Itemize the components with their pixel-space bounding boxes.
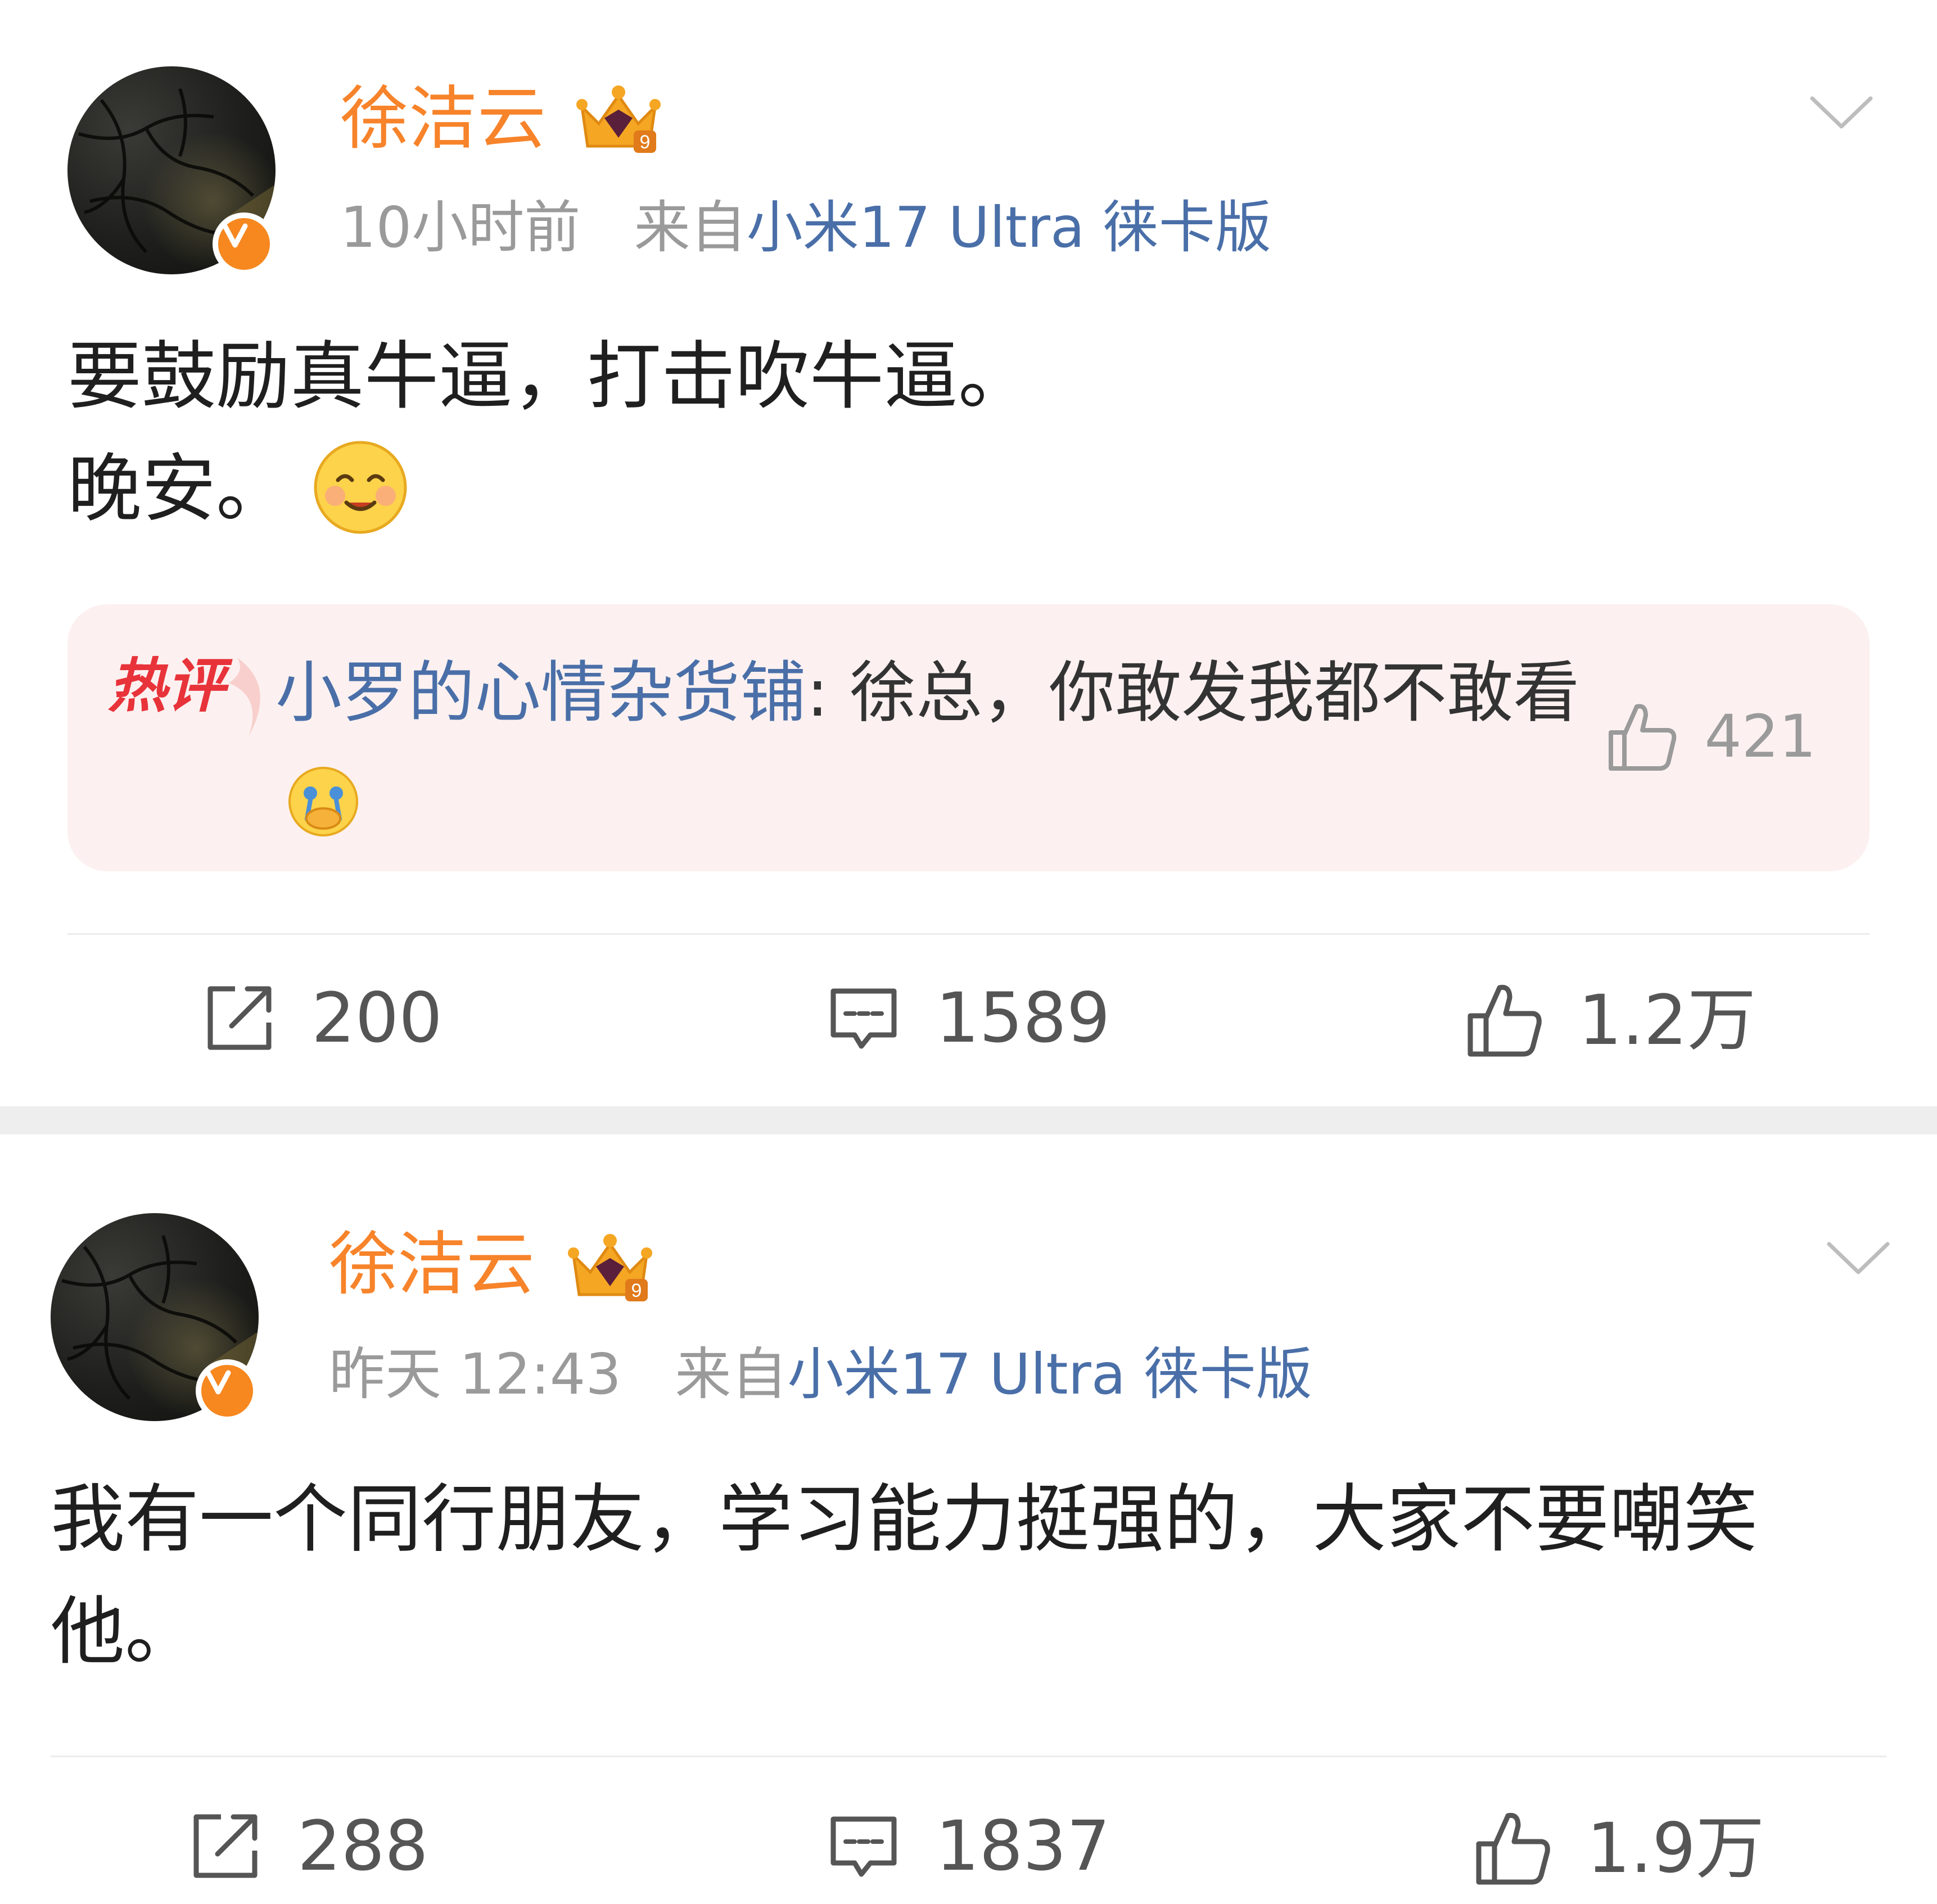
source-device-link[interactable]: 小米17 Ultra 徕卡版 [787, 1341, 1312, 1407]
username[interactable]: 徐洁云 [329, 1230, 535, 1299]
comment-count: 1837 [936, 1806, 1110, 1886]
hot-comment-text: 小罗的心情杂货铺: 徐总，你敢发我都不敢看 [276, 638, 1597, 857]
thumbs-up-icon [1609, 704, 1677, 771]
comment-count: 1589 [936, 978, 1110, 1058]
comment-like-button[interactable]: 421 [1605, 700, 1816, 773]
svg-text:9: 9 [631, 1280, 642, 1301]
comment-separator: : [806, 654, 850, 731]
svg-text:9: 9 [640, 132, 651, 153]
post-text: 要鼓励真牛逼，打击吹牛逼。 晚安。 [67, 320, 1032, 545]
verified-badge-icon [196, 1359, 259, 1422]
repost-button[interactable]: 200 [202, 981, 443, 1055]
comment-icon [830, 1816, 897, 1877]
chevron-down-icon[interactable] [1825, 1238, 1892, 1278]
post-separator [0, 1106, 1937, 1134]
repost-count: 288 [297, 1806, 428, 1886]
thumbs-up-icon [1468, 984, 1542, 1057]
like-count: 1.2万 [1578, 980, 1757, 1060]
comment-content: 徐总，你敢发我都不敢看 [850, 654, 1580, 731]
source-prefix: 来自 [675, 1341, 788, 1407]
commenter-name[interactable]: 小罗的心情杂货铺 [276, 654, 806, 731]
like-button[interactable]: 1.2万 [1465, 981, 1756, 1060]
post-time: 昨天 12:43 [329, 1341, 621, 1407]
post-meta: 10小时前 来自小米17 Ultra 徕卡版 [340, 200, 1271, 256]
comment-button[interactable]: 1837 [827, 1809, 1110, 1883]
post-time: 10小时前 [340, 195, 581, 260]
repost-button[interactable]: 288 [188, 1809, 428, 1883]
username[interactable]: 徐洁云 [340, 84, 546, 153]
comment-icon [830, 988, 897, 1049]
source-prefix: 来自 [634, 195, 747, 260]
member-crown-icon: 9 [576, 85, 661, 153]
comment-button[interactable]: 1589 [827, 981, 1110, 1055]
chevron-down-icon[interactable] [1808, 93, 1875, 132]
post-text-line: 他。 [51, 1589, 199, 1675]
member-crown-icon: 9 [568, 1234, 652, 1301]
comment-like-count: 421 [1704, 702, 1816, 771]
post-text-line: 我有一个同行朋友，学习能力挺强的，大家不要嘲笑 [51, 1476, 1758, 1563]
repost-count: 200 [311, 978, 443, 1058]
avatar[interactable] [51, 1213, 259, 1422]
divider [51, 1756, 1886, 1757]
avatar[interactable] [67, 66, 276, 275]
post-card[interactable]: 徐洁云 9 昨天 12:43 来自小米17 Ultra 徕卡版 我有一个同行朋友… [0, 1134, 1937, 1904]
like-button[interactable]: 1.9万 [1473, 1809, 1764, 1888]
hot-comment-box[interactable]: 热评 小罗的心情杂货铺: 徐总，你敢发我都不敢看 421 [67, 604, 1870, 871]
post-text: 我有一个同行朋友，学习能力挺强的，大家不要嘲笑 他。 [51, 1463, 1758, 1688]
source-device-link[interactable]: 小米17 Ultra 徕卡版 [747, 195, 1271, 260]
post-text-line: 要鼓励真牛逼，打击吹牛逼。 [67, 333, 1032, 420]
divider [67, 933, 1870, 935]
hot-comment-tag: 热评 [108, 652, 225, 720]
repost-icon [207, 986, 272, 1050]
post-text-line: 晚安。 [67, 446, 290, 532]
post-meta: 昨天 12:43 来自小米17 Ultra 徕卡版 [329, 1346, 1312, 1403]
like-count: 1.9万 [1587, 1808, 1765, 1888]
thumbs-up-icon [1476, 1812, 1550, 1885]
repost-icon [193, 1814, 258, 1878]
smile-emoji-icon [314, 441, 407, 534]
post-card[interactable]: 徐洁云 9 10小时前 来自小米17 Ultra 徕卡版 要鼓励真牛逼，打击吹牛… [0, 0, 1937, 1106]
verified-badge-icon [213, 212, 276, 275]
cry-emoji-icon [288, 766, 358, 836]
